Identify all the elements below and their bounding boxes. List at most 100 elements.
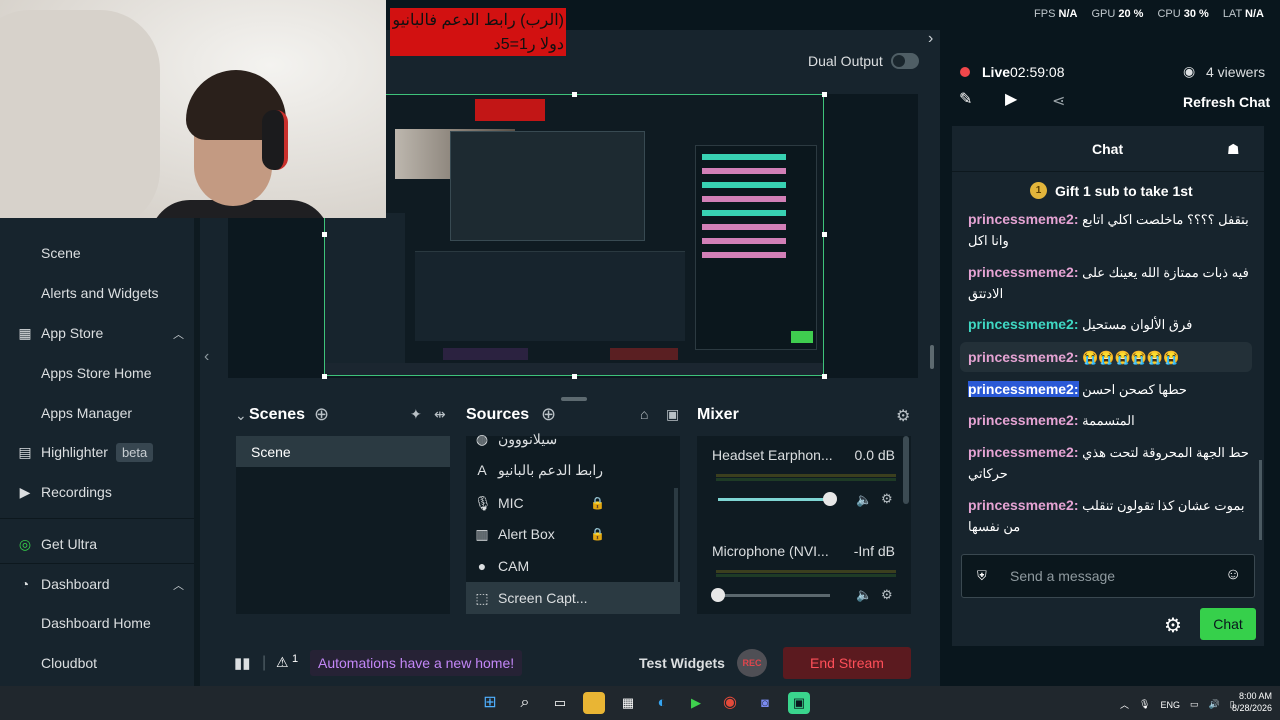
chat-message[interactable]: princessmeme2: حط الجهة المحروقة لتحت هذ… bbox=[968, 442, 1258, 484]
source-item[interactable]: 🎙 MIC 🔒 bbox=[466, 487, 680, 519]
dock-resize-handle[interactable] bbox=[561, 397, 587, 401]
add-source-icon[interactable]: ⊕ bbox=[541, 404, 556, 425]
sidebar-item-apps-store-home[interactable]: Apps Store Home bbox=[0, 354, 194, 392]
stats-icon[interactable]: ▮▮ bbox=[234, 654, 251, 672]
sidebar-scrollbar[interactable] bbox=[194, 218, 200, 686]
resize-handle[interactable] bbox=[572, 92, 577, 97]
language-indicator[interactable]: ENG bbox=[1160, 700, 1180, 710]
file-explorer-icon[interactable] bbox=[583, 692, 605, 714]
split-icon[interactable]: ⇹ bbox=[434, 406, 446, 423]
alert-triangle-icon[interactable]: ⚠ bbox=[276, 654, 289, 671]
fps-value: N/A bbox=[1058, 8, 1078, 20]
sidebar-item-cloudbot[interactable]: Cloudbot bbox=[0, 644, 194, 682]
volume-icon[interactable]: 🔊 bbox=[1208, 699, 1219, 710]
streamlabs-icon[interactable]: ▣ bbox=[788, 692, 810, 714]
record-button[interactable]: REC bbox=[737, 649, 767, 677]
chevron-down-icon[interactable]: ⌄ bbox=[235, 407, 247, 424]
chevron-up-icon[interactable]: ︿ bbox=[173, 577, 184, 593]
gear-icon[interactable]: ⚙ bbox=[881, 587, 893, 603]
source-group-icon[interactable]: ⌂ bbox=[640, 406, 648, 422]
sidebar-item-get-ultra[interactable]: ◎ Get Ultra bbox=[0, 525, 194, 563]
chat-message[interactable]: princessmeme2: فيه ذبات ممتازة الله يعين… bbox=[968, 262, 1258, 304]
gear-icon[interactable]: ⚙ bbox=[896, 406, 910, 426]
dual-output-toggle[interactable] bbox=[891, 53, 919, 69]
chat-message[interactable]: princessmeme2: المتسممة bbox=[968, 410, 1258, 431]
mic-icon[interactable]: 🎙 bbox=[1139, 699, 1150, 710]
sidebar-item-recordings[interactable]: ▶ Recordings bbox=[0, 473, 194, 511]
users-icon[interactable]: ☗ bbox=[1227, 141, 1240, 158]
resize-handle[interactable] bbox=[822, 92, 827, 97]
volume-slider-knob[interactable] bbox=[823, 492, 837, 506]
scene-item[interactable]: Scene bbox=[236, 436, 450, 467]
task-view-icon[interactable]: ▭ bbox=[549, 692, 571, 714]
search-icon[interactable]: ⌕ bbox=[514, 692, 536, 714]
screen-capture-icon: ⬚ bbox=[475, 589, 489, 606]
chevron-up-icon[interactable]: ︿ bbox=[1120, 698, 1129, 711]
add-folder-icon[interactable]: ▣ bbox=[666, 406, 679, 423]
sidebar-item-scene[interactable]: Scene bbox=[0, 234, 194, 272]
sources-scrollbar[interactable] bbox=[674, 488, 678, 584]
chrome-icon[interactable]: ◉ bbox=[719, 692, 741, 714]
speaker-icon[interactable]: 🔈 bbox=[856, 492, 872, 508]
resize-handle[interactable] bbox=[322, 232, 327, 237]
chat-message[interactable]: princessmeme2: حطها كصحن احسن bbox=[968, 379, 1258, 400]
test-widgets-button[interactable]: Test Widgets bbox=[639, 655, 725, 671]
chat-message[interactable]: princessmeme2: 😭😭😭😭😭😭 bbox=[968, 347, 1258, 368]
share-icon[interactable]: ⋖ bbox=[1052, 91, 1065, 111]
volume-slider[interactable] bbox=[718, 594, 830, 597]
chevron-up-icon[interactable]: ︿ bbox=[173, 326, 184, 342]
gear-icon[interactable]: ⚙ bbox=[1164, 613, 1182, 638]
resize-handle[interactable] bbox=[822, 232, 827, 237]
live-timer: 02:59:08 bbox=[1010, 64, 1065, 80]
terminal-icon[interactable]: ▶ bbox=[685, 692, 707, 714]
chat-message[interactable]: princessmeme2: بتقفل ؟؟؟؟ ماخلصت اكلي ات… bbox=[968, 209, 1258, 251]
chat-message[interactable]: princessmeme2: بموت عشان كذا تقولون تنقل… bbox=[968, 495, 1258, 537]
network-icon[interactable]: ▭ bbox=[1190, 699, 1199, 710]
mixer-scrollbar[interactable] bbox=[903, 436, 909, 504]
source-item[interactable]: A رابط الدعم بالبانيو bbox=[466, 454, 680, 486]
send-chat-button[interactable]: Chat bbox=[1200, 608, 1256, 640]
source-item[interactable]: ▥ Alert Box 🔒 bbox=[466, 518, 680, 550]
sidebar-item-app-store[interactable]: ▦ App Store ︿ bbox=[0, 314, 194, 352]
resize-handle[interactable] bbox=[572, 374, 577, 379]
mixer-channel-db: -Inf dB bbox=[853, 543, 895, 559]
chevron-left-icon[interactable]: ‹ bbox=[204, 348, 209, 366]
sidebar-item-alerts-widgets[interactable]: Alerts and Widgets bbox=[0, 274, 194, 312]
clock[interactable]: 8:00 AM 8/28/2026 bbox=[1226, 690, 1272, 714]
sidebar-item-apps-manager[interactable]: Apps Manager bbox=[0, 394, 194, 432]
lock-icon[interactable]: 🔒 bbox=[590, 496, 605, 510]
emoji-icon[interactable]: ☺ bbox=[1225, 566, 1241, 584]
clock-time: 8:00 AM bbox=[1238, 691, 1272, 701]
source-item[interactable]: ◍ سيلانووون bbox=[466, 428, 680, 450]
resize-handle[interactable] bbox=[822, 374, 827, 379]
sidebar-item-dashboard-home[interactable]: Dashboard Home bbox=[0, 604, 194, 642]
camera-icon[interactable]: ▶ bbox=[1005, 89, 1017, 109]
chevron-right-icon[interactable]: › bbox=[928, 30, 933, 48]
shield-icon[interactable]: ⛨ bbox=[977, 568, 987, 584]
speaker-icon[interactable]: 🔈 bbox=[856, 587, 872, 603]
lock-icon[interactable]: 🔒 bbox=[590, 527, 605, 541]
automations-notice[interactable]: Automations have a new home! bbox=[310, 650, 523, 676]
sidebar-item-highlighter[interactable]: ▤ Highlighter beta bbox=[0, 433, 194, 471]
volume-slider-knob[interactable] bbox=[711, 588, 725, 602]
refresh-chat-button[interactable]: Refresh Chat bbox=[1183, 94, 1270, 110]
transition-icon[interactable]: ✦ bbox=[410, 406, 422, 423]
add-scene-icon[interactable]: ⊕ bbox=[314, 404, 329, 425]
source-item[interactable]: ● CAM bbox=[466, 550, 680, 582]
source-item[interactable]: ⬚ Screen Capt... bbox=[466, 582, 680, 614]
pencil-icon[interactable]: ✎ bbox=[959, 89, 972, 109]
gift-sub-banner[interactable]: 1 Gift 1 sub to take 1st bbox=[1030, 182, 1193, 199]
edge-icon[interactable]: ◐ bbox=[651, 692, 673, 714]
chat-scrollbar[interactable] bbox=[1259, 460, 1262, 540]
splitter-handle[interactable] bbox=[930, 345, 934, 369]
sidebar-item-dashboard[interactable]: ◔ Dashboard ︿ bbox=[0, 565, 194, 603]
windows-start-icon[interactable]: ⊞ bbox=[479, 692, 501, 714]
discord-icon[interactable]: ◙ bbox=[754, 692, 776, 714]
sidebar-divider bbox=[0, 563, 194, 564]
gear-icon[interactable]: ⚙ bbox=[881, 491, 893, 507]
resize-handle[interactable] bbox=[322, 374, 327, 379]
end-stream-button[interactable]: End Stream bbox=[783, 647, 911, 679]
chat-message[interactable]: princessmeme2: فرق الألوان مستحيل bbox=[968, 314, 1258, 335]
mic-icon: 🎙 bbox=[474, 494, 492, 511]
store-icon[interactable]: ▦ bbox=[617, 692, 639, 714]
